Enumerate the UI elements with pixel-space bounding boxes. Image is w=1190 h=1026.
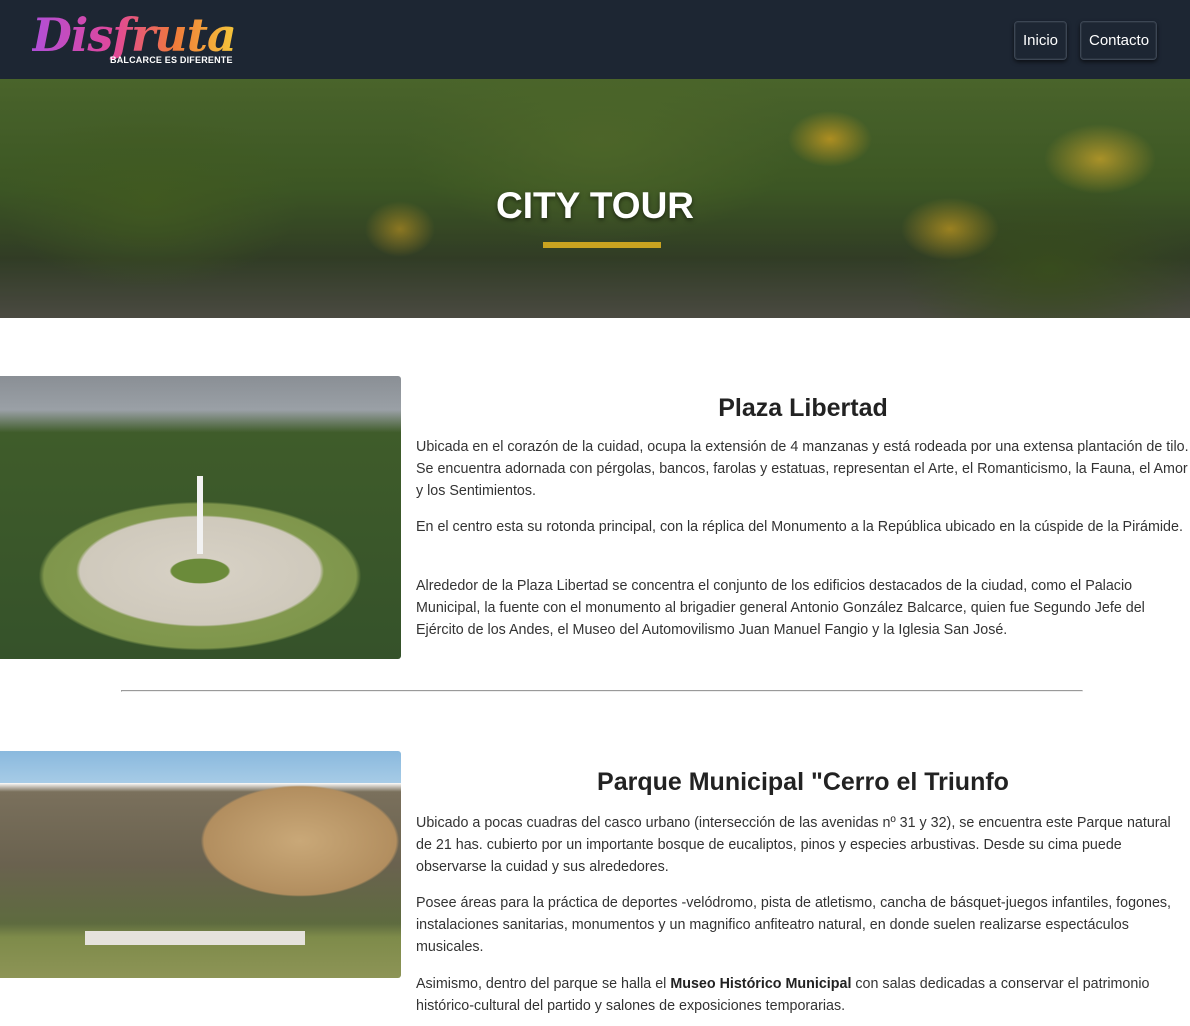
nav-inicio-button[interactable]: Inicio [1014, 21, 1067, 60]
museo-historico-bold: Museo Histórico Municipal [670, 976, 852, 992]
cerro-paragraph-2: Posee áreas para la práctica de deportes… [416, 895, 1172, 955]
logo-tagline: BALCARCE ES DIFERENTE [110, 55, 233, 65]
hero-title: CITY TOUR [495, 185, 695, 226]
hero-banner: CITY TOUR [0, 79, 1190, 318]
cerro-paragraph-1: Ubicado a pocas cuadras del casco urbano… [416, 815, 1171, 875]
section-title-plaza-libertad: Plaza Libertad [718, 394, 888, 422]
logo-script-text: Disfruta [32, 8, 237, 62]
section-divider [121, 690, 1083, 692]
brand-logo[interactable]: Disfruta BALCARCE ES DIFERENTE [32, 8, 237, 70]
navbar: Disfruta BALCARCE ES DIFERENTE Inicio Co… [0, 0, 1190, 79]
cerro-el-triunfo-image [0, 751, 401, 978]
plaza-paragraph-1: Ubicada en el corazón de la cuidad, ocup… [416, 439, 1189, 499]
plaza-paragraph-3: Alrededor de la Plaza Libertad se concen… [416, 578, 1145, 638]
nav-contacto-button[interactable]: Contacto [1080, 21, 1157, 60]
cerro-p3-text-before: Asimismo, dentro del parque se halla el [416, 976, 671, 992]
section-title-cerro-el-triunfo: Parque Municipal "Cerro el Triunfo [597, 768, 1009, 796]
hero-title-underline [543, 242, 661, 248]
obelisk-shape [197, 476, 203, 554]
amphitheater-wall-shape [85, 931, 305, 945]
plaza-libertad-image [0, 376, 401, 659]
cerro-paragraph-3: Asimismo, dentro del parque se halla el … [416, 973, 1190, 1017]
plaza-paragraph-2: En el centro esta su rotonda principal, … [416, 519, 1183, 535]
